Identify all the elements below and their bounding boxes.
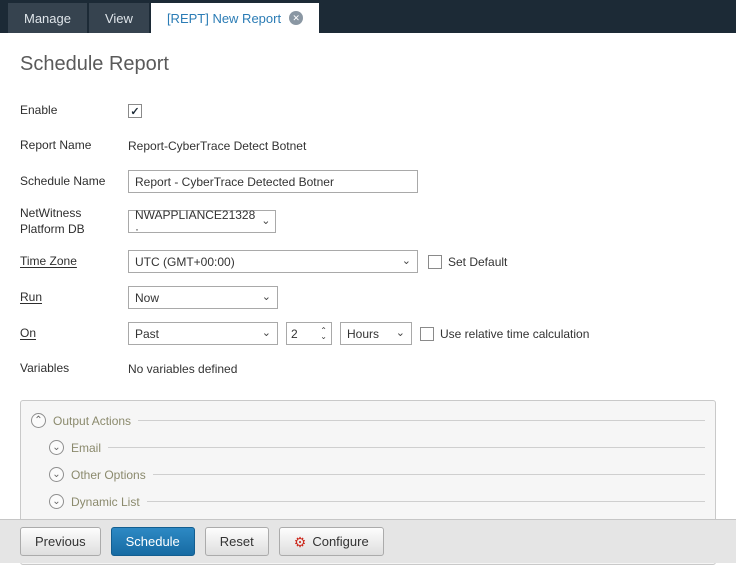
check-icon: ✓ [130,105,139,118]
relative-time-label: Use relative time calculation [440,327,589,341]
gear-icon: ⚙ [294,535,307,549]
platform-db-select[interactable]: NWAPPLIANCE21328 · ⌄ [128,210,276,233]
chevron-down-circle-icon: ⌄ [49,467,64,482]
set-default-label: Set Default [448,255,507,269]
run-value: Now [135,291,159,305]
chevron-down-icon: ⌄ [262,292,271,303]
timezone-label: Time Zone [20,254,128,270]
timezone-value: UTC (GMT+00:00) [135,255,235,269]
tab-view[interactable]: View [89,3,149,33]
platform-db-value: NWAPPLIANCE21328 · [135,208,255,236]
on-label: On [20,326,128,342]
chevron-down-icon: ⌄ [396,328,405,339]
timezone-select[interactable]: UTC (GMT+00:00) ⌄ [128,250,418,273]
section-label: Output Actions [53,414,131,428]
section-other-options[interactable]: ⌄ Other Options [49,461,705,488]
tab-label: [REPT] New Report [167,11,281,26]
run-select[interactable]: Now ⌄ [128,286,278,309]
run-row: Run Now ⌄ [20,286,716,309]
variables-row: Variables No variables defined [20,358,716,380]
tab-manage[interactable]: Manage [8,3,87,33]
on-count-spinner[interactable]: 2 ⌃ ⌄ [286,322,332,345]
tab-bar: Manage View [REPT] New Report ✕ [0,0,736,33]
on-unit-select[interactable]: Hours ⌄ [340,322,412,345]
page-title: Schedule Report [20,53,716,76]
section-label: Email [71,441,101,455]
footer-bar: Previous Schedule Reset ⚙ Configure [0,519,736,563]
divider [147,501,705,502]
section-output-actions[interactable]: ⌃ Output Actions [31,407,705,434]
on-count-value: 2 [291,327,298,341]
configure-button[interactable]: ⚙ Configure [279,527,384,556]
chevron-up-circle-icon: ⌃ [31,413,46,428]
divider [153,474,705,475]
timezone-row: Time Zone UTC (GMT+00:00) ⌄ Set Default [20,250,716,273]
platform-db-label: NetWitness Platform DB [20,206,128,237]
schedule-name-input[interactable] [128,170,418,193]
schedule-name-row: Schedule Name [20,170,716,193]
tab-label: Manage [24,11,71,26]
variables-label: Variables [20,361,128,377]
close-tab-icon[interactable]: ✕ [289,11,303,25]
schedule-report-form: Schedule Report Enable ✓ Report Name Rep… [0,33,736,565]
chevron-down-icon: ⌄ [262,328,271,339]
spinner-arrows[interactable]: ⌃ ⌄ [320,328,327,340]
on-row: On Past ⌄ 2 ⌃ ⌄ Hours ⌄ Use relative tim… [20,322,716,345]
reset-button[interactable]: Reset [205,527,269,556]
tab-label: View [105,11,133,26]
report-name-row: Report Name Report-CyberTrace Detect Bot… [20,135,716,157]
report-name-label: Report Name [20,138,128,154]
chevron-down-circle-icon: ⌄ [49,440,64,455]
tab-new-report[interactable]: [REPT] New Report ✕ [151,3,319,33]
report-name-value: Report-CyberTrace Detect Botnet [128,139,306,153]
on-past-select[interactable]: Past ⌄ [128,322,278,345]
output-actions-panel: ⌃ Output Actions ⌄ Email ⌄ Other Options… [20,400,716,524]
chevron-down-circle-icon: ⌄ [49,494,64,509]
divider [108,447,705,448]
configure-button-label: Configure [312,534,368,549]
enable-row: Enable ✓ [20,100,716,122]
schedule-button[interactable]: Schedule [111,527,195,556]
platform-db-row: NetWitness Platform DB NWAPPLIANCE21328 … [20,206,716,237]
relative-time-checkbox[interactable] [420,327,434,341]
set-default-checkbox[interactable] [428,255,442,269]
relative-time-option: Use relative time calculation [420,327,589,341]
chevron-down-icon: ⌄ [402,256,411,267]
on-past-value: Past [135,327,159,341]
chevron-down-icon: ⌄ [261,216,270,227]
enable-checkbox[interactable]: ✓ [128,104,142,118]
divider [138,420,705,421]
variables-value: No variables defined [128,362,237,376]
enable-label: Enable [20,103,128,119]
section-email[interactable]: ⌄ Email [49,434,705,461]
section-dynamic-list[interactable]: ⌄ Dynamic List [49,488,705,515]
on-unit-value: Hours [347,327,379,341]
section-label: Other Options [71,468,146,482]
previous-button[interactable]: Previous [20,527,101,556]
schedule-name-label: Schedule Name [20,174,128,190]
set-default-option: Set Default [428,255,507,269]
run-label: Run [20,290,128,306]
chevron-down-icon: ⌄ [320,334,327,340]
section-label: Dynamic List [71,495,140,509]
